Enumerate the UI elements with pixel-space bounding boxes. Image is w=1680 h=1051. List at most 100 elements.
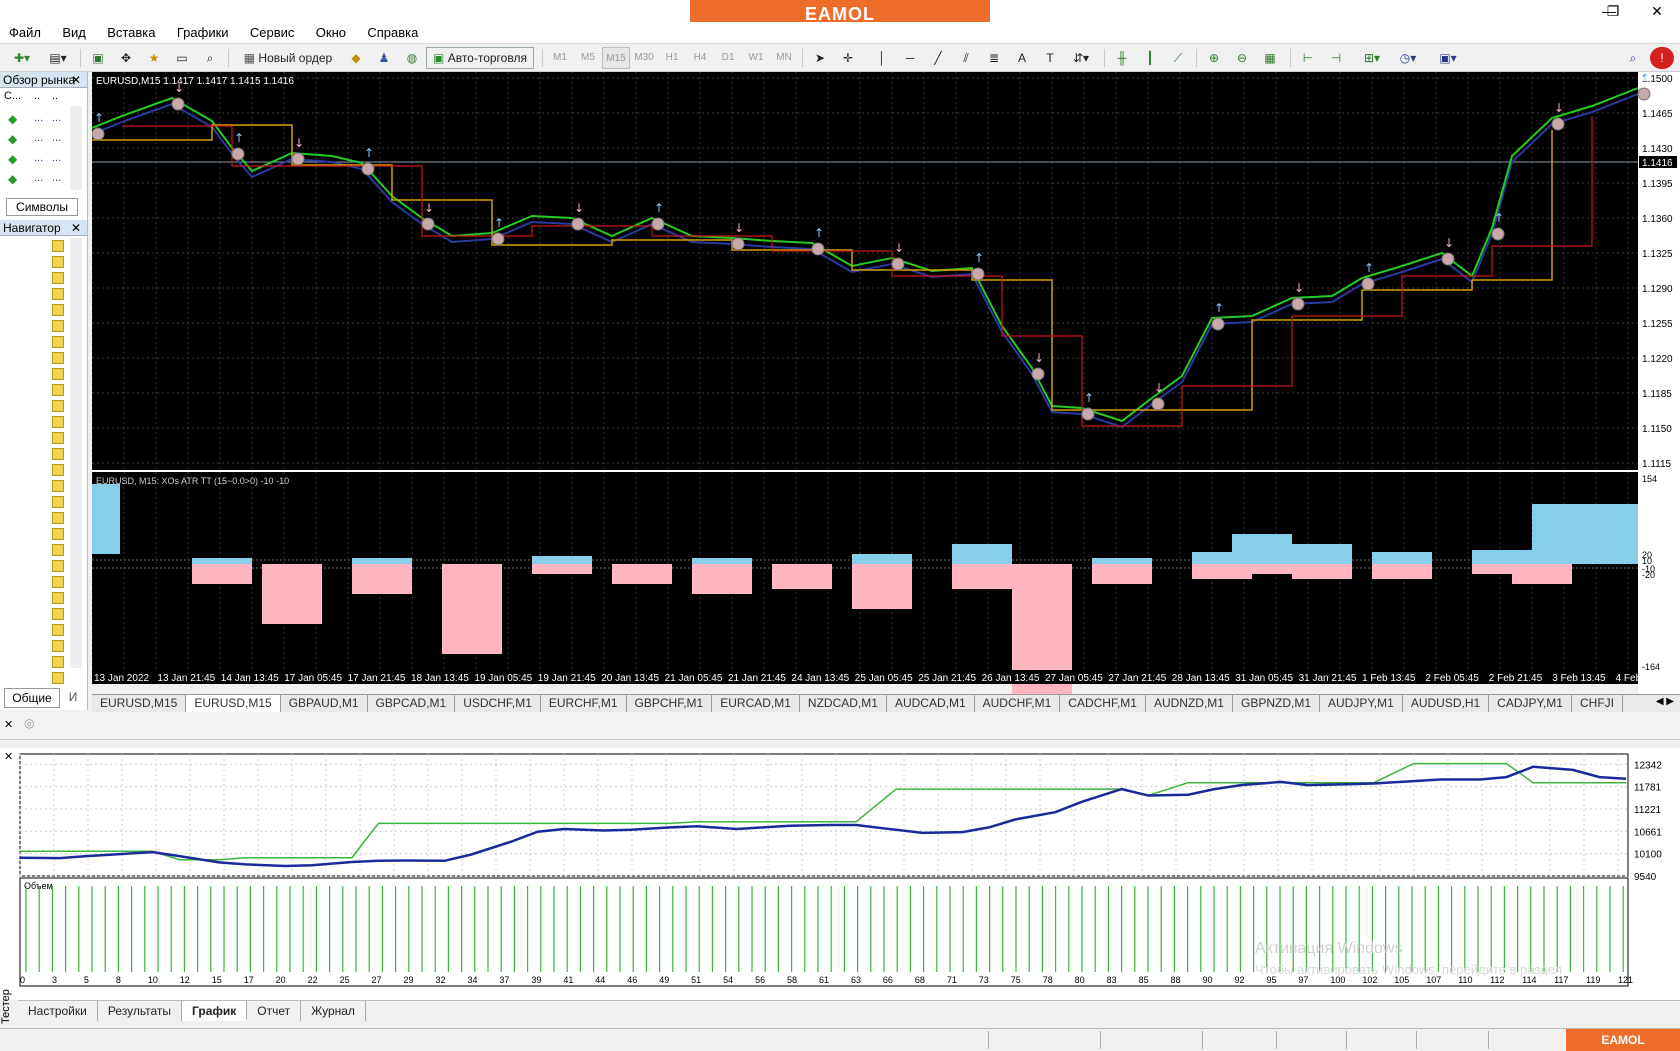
close-button[interactable]: ✕	[1634, 0, 1680, 22]
tab-graph[interactable]: График	[182, 1001, 248, 1021]
timeframe-h4[interactable]: H4	[686, 47, 714, 69]
navigator-expert-icon[interactable]	[52, 400, 64, 412]
cursor-icon[interactable]: ➤	[808, 47, 832, 69]
line-chart-icon[interactable]: ⟋	[1166, 47, 1190, 69]
tab-results[interactable]: Результаты	[98, 1001, 183, 1021]
navigator-expert-icon[interactable]	[52, 256, 64, 268]
chart-tab[interactable]: EURUSD,M15	[186, 695, 281, 712]
auto-trading-button[interactable]: ▣ Авто-торговля	[426, 47, 534, 69]
crosshair-icon[interactable]: ✛	[836, 47, 860, 69]
navigator-expert-icon[interactable]	[52, 480, 64, 492]
new-chart-icon[interactable]: ✚▾	[6, 47, 38, 69]
navigator-expert-icon[interactable]	[52, 560, 64, 572]
navigator-expert-icon[interactable]	[52, 496, 64, 508]
list-item[interactable]: ...	[52, 172, 61, 184]
profiles-icon[interactable]: ▤▾	[42, 47, 74, 69]
navigator-expert-icon[interactable]	[52, 368, 64, 380]
chart-tab[interactable]: AUDNZD,M1	[1146, 695, 1233, 712]
chart-tab[interactable]: GBPCAD,M1	[368, 695, 456, 712]
close-icon[interactable]: ✕	[71, 72, 81, 88]
navigator-expert-icon[interactable]	[52, 624, 64, 636]
timeframe-m5[interactable]: M5	[574, 47, 602, 69]
close-icon[interactable]: ✕	[71, 220, 81, 236]
indicators-icon[interactable]: ⊞▾	[1356, 47, 1388, 69]
navigator-expert-icon[interactable]	[52, 528, 64, 540]
bar-chart-icon[interactable]: ╫	[1110, 47, 1134, 69]
navigator-expert-icon[interactable]	[52, 288, 64, 300]
menu-file[interactable]: Файл	[0, 22, 50, 44]
chart-tab[interactable]: GBPCHF,M1	[627, 695, 713, 712]
column-symbol[interactable]: С...	[4, 90, 21, 102]
list-item[interactable]: ...	[34, 132, 43, 144]
market-watch-icon[interactable]: ▣	[86, 47, 110, 69]
zoom-in-icon[interactable]: ⊕	[1202, 47, 1226, 69]
chart-tab[interactable]: NZDCAD,M1	[800, 695, 887, 712]
navigator-expert-icon[interactable]	[52, 672, 64, 684]
chart-window[interactable]: 1.1500 1.1465 1.1430 1.1395 1.1360 1.1325 1.12…	[92, 72, 1680, 694]
timeframe-m15[interactable]: M15	[602, 47, 630, 69]
vertical-line-icon[interactable]: │	[870, 47, 894, 69]
tab-favorites[interactable]: И	[62, 688, 84, 708]
new-order-button[interactable]: ▦ Новый ордер	[236, 47, 340, 69]
chart-tab[interactable]: GBPAUD,M1	[281, 695, 368, 712]
text-label-icon[interactable]: T	[1038, 47, 1062, 69]
search-icon[interactable]: ⌕	[1622, 47, 1644, 69]
navigator-expert-icon[interactable]	[52, 512, 64, 524]
timeframe-mn[interactable]: MN	[770, 47, 798, 69]
list-item[interactable]: ...	[52, 152, 61, 164]
horizontal-line-icon[interactable]: ─	[898, 47, 922, 69]
close-icon[interactable]: ✕	[4, 750, 13, 763]
timeframe-h1[interactable]: H1	[658, 47, 686, 69]
list-item[interactable]: ...	[34, 112, 43, 124]
data-window-icon[interactable]: ✥	[114, 47, 138, 69]
chart-tab[interactable]: CHFJI	[1572, 695, 1623, 712]
menu-insert[interactable]: Вставка	[98, 22, 164, 44]
chart-tab[interactable]: AUDCHF,M1	[975, 695, 1061, 712]
autoscroll-icon[interactable]: ⊣	[1324, 47, 1348, 69]
menu-tools[interactable]: Сервис	[241, 22, 304, 44]
navigator-expert-icon[interactable]	[52, 576, 64, 588]
column-bid[interactable]: ..	[34, 90, 40, 102]
list-item[interactable]: ...	[52, 112, 61, 124]
chart-tab[interactable]: USDCHF,M1	[455, 695, 541, 712]
navigator-expert-icon[interactable]	[52, 352, 64, 364]
notifications-icon[interactable]: !	[1650, 47, 1674, 69]
navigator-expert-icon[interactable]	[52, 272, 64, 284]
navigator-expert-icon[interactable]	[52, 448, 64, 460]
chart-tab[interactable]: EURCAD,M1	[712, 695, 800, 712]
market-icon[interactable]: ◍	[400, 47, 424, 69]
tab-settings[interactable]: Настройки	[18, 1001, 98, 1021]
fibonacci-icon[interactable]: ≣	[982, 47, 1006, 69]
menu-view[interactable]: Вид	[53, 22, 95, 44]
timeframe-d1[interactable]: D1	[714, 47, 742, 69]
signals-icon[interactable]: ♟	[372, 47, 396, 69]
list-item[interactable]: ...	[34, 172, 43, 184]
chart-tab[interactable]: AUDUSD,H1	[1403, 695, 1490, 712]
timeframe-m1[interactable]: M1	[546, 47, 574, 69]
navigator-expert-icon[interactable]	[52, 240, 64, 252]
tab-report[interactable]: Отчет	[247, 1001, 302, 1021]
navigator-expert-icon[interactable]	[52, 416, 64, 428]
templates-icon[interactable]: ▣▾	[1432, 47, 1464, 69]
navigator-expert-icon[interactable]	[52, 608, 64, 620]
navigator-expert-icon[interactable]	[52, 384, 64, 396]
price-chart[interactable]: 1.15001.14651.14301.13951.13601.13251.12…	[92, 72, 1680, 694]
tab-common[interactable]: Общие	[4, 688, 60, 708]
navigator-expert-icon[interactable]	[52, 464, 64, 476]
list-item[interactable]: ...	[34, 152, 43, 164]
menu-charts[interactable]: Графики	[168, 22, 238, 44]
zoom-out-icon[interactable]: ⊖	[1230, 47, 1254, 69]
timeframe-w1[interactable]: W1	[742, 47, 770, 69]
menu-window[interactable]: Окно	[307, 22, 355, 44]
tab-symbols[interactable]: Символы	[6, 198, 78, 216]
timeframe-m30[interactable]: M30	[630, 47, 658, 69]
navigator-icon[interactable]: ★	[142, 47, 166, 69]
text-icon[interactable]: A	[1010, 47, 1034, 69]
chart-tab[interactable]: EURCHF,M1	[541, 695, 627, 712]
navigator-expert-icon[interactable]	[52, 640, 64, 652]
navigator-expert-icon[interactable]	[52, 304, 64, 316]
navigator-expert-icon[interactable]	[52, 592, 64, 604]
tester-icon[interactable]: ⌕	[198, 47, 222, 69]
navigator-expert-icon[interactable]	[52, 656, 64, 668]
tab-journal[interactable]: Журнал	[301, 1001, 366, 1021]
